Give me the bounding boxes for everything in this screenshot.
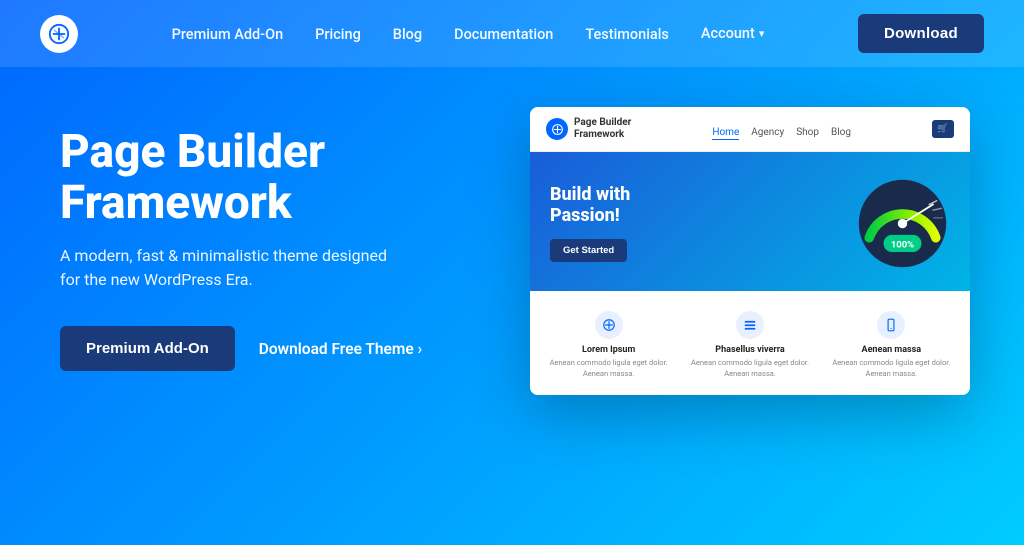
nav-pricing[interactable]: Pricing — [315, 26, 361, 43]
mockup-nav-links: Home Agency Shop Blog — [712, 120, 851, 139]
nav-premium-addon[interactable]: Premium Add-On — [172, 26, 284, 43]
mockup-logo-text: Page Builder Framework — [574, 117, 631, 141]
mockup-container: Page Builder Framework Home Agency Shop … — [530, 107, 970, 395]
mockup-feature-1: Lorem Ipsum Aenean commodo ligula eget d… — [540, 305, 677, 385]
download-free-theme-link[interactable]: Download Free Theme › — [259, 340, 422, 358]
mockup-logo-icon — [546, 118, 568, 140]
mockup-nav: Page Builder Framework Home Agency Shop … — [530, 107, 970, 152]
nav-blog[interactable]: Blog — [393, 26, 422, 43]
mockup-hero-text: Build with Passion! Get Started — [550, 185, 835, 262]
mockup-nav-home: Home — [712, 127, 739, 140]
feature-icon-3 — [877, 311, 905, 339]
mockup-nav-blog: Blog — [831, 127, 851, 138]
mockup-feature-3: Aenean massa Aenean commodo ligula eget … — [823, 305, 960, 385]
logo-icon — [40, 15, 78, 53]
logo[interactable] — [40, 15, 78, 53]
mockup-logo: Page Builder Framework — [546, 117, 631, 141]
mockup-feature-2: Phasellus viverra Aenean commodo ligula … — [681, 305, 818, 385]
hero-subtitle: A modern, fast & minimalistic theme desi… — [60, 244, 400, 292]
nav-documentation[interactable]: Documentation — [454, 26, 553, 43]
mockup-cart-icon: 🛒 — [932, 120, 954, 138]
download-button[interactable]: Download — [858, 14, 984, 53]
mockup-hero-title: Build with Passion! — [550, 185, 835, 226]
website-mockup: Page Builder Framework Home Agency Shop … — [530, 107, 970, 395]
nav-links: Premium Add-On Pricing Blog Documentatio… — [172, 24, 765, 43]
mockup-features: Lorem Ipsum Aenean commodo ligula eget d… — [530, 291, 970, 395]
svg-text:100%: 100% — [891, 239, 914, 250]
mockup-nav-shop: Shop — [796, 127, 819, 138]
hero-content: Page Builder Framework A modern, fast & … — [60, 117, 490, 371]
nav-testimonials[interactable]: Testimonials — [585, 26, 669, 43]
feature-icon-2 — [736, 311, 764, 339]
hero-title: Page Builder Framework — [60, 127, 490, 228]
chevron-down-icon: ▾ — [759, 27, 765, 40]
nav-account[interactable]: Account ▾ — [701, 25, 764, 42]
mockup-get-started-button: Get Started — [550, 239, 627, 262]
hero-actions: Premium Add-On Download Free Theme › — [60, 326, 490, 371]
speedometer: 100% — [855, 176, 950, 271]
feature-icon-1 — [595, 311, 623, 339]
premium-addon-button[interactable]: Premium Add-On — [60, 326, 235, 371]
mockup-hero: Build with Passion! Get Started — [530, 152, 970, 291]
mockup-nav-agency: Agency — [751, 127, 784, 138]
hero-section: Page Builder Framework A modern, fast & … — [0, 67, 1024, 540]
main-nav: Premium Add-On Pricing Blog Documentatio… — [0, 0, 1024, 67]
